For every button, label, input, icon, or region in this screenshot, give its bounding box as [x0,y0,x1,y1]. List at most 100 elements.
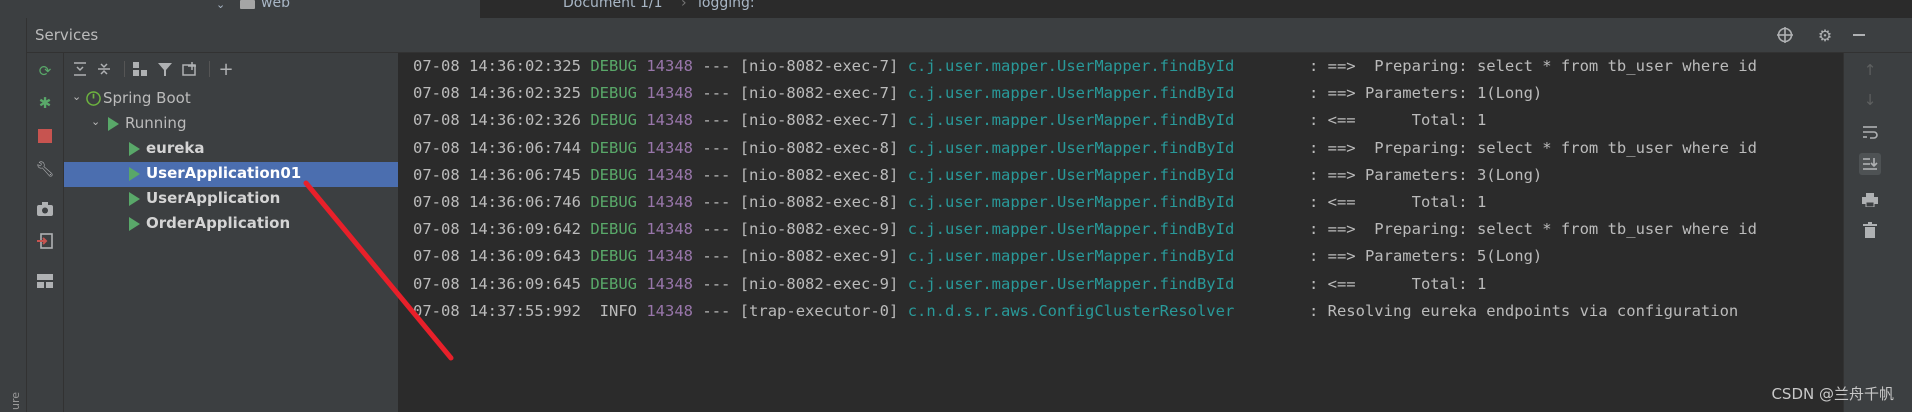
log-message: : ==> Preparing: select * from tb_user w… [1308,138,1757,157]
rerun-icon[interactable]: ⟳ [35,61,55,81]
log-separator: --- [702,220,731,239]
log-line: 07-08 14:36:06:746 DEBUG 14348 --- [nio-… [413,189,1486,216]
tree-item-label: Running [125,114,187,132]
scroll-up-icon[interactable]: ↑ [1859,59,1881,81]
log-line: 07-08 14:36:02:325 DEBUG 14348 --- [nio-… [413,53,1757,80]
stripe-label[interactable]: ure [9,392,22,410]
toolbar-separator [209,61,210,77]
log-separator: --- [702,84,731,103]
log-level: DEBUG [590,138,637,157]
log-separator: --- [702,138,731,157]
log-pid: 14348 [646,193,694,211]
chevron-down-icon[interactable]: ⌄ [91,115,100,128]
log-pid: 14348 [646,138,694,157]
log-line: 07-08 14:36:09:642 DEBUG 14348 --- [nio-… [413,216,1757,243]
log-thread: [nio-8082-exec-9] [739,220,899,239]
scroll-to-end-icon[interactable] [1859,153,1881,175]
tree-item-label: Spring Boot [103,89,191,107]
exit-icon[interactable] [35,231,55,251]
log-message: : Resolving eureka endpoints via configu… [1308,301,1739,320]
log-logger: c.j.user.mapper.UserMapper.findById [907,193,1235,211]
log-message: : ==> Preparing: select * from tb_user w… [1308,57,1757,75]
new-service-icon[interactable] [180,59,200,79]
camera-icon[interactable] [35,199,55,219]
log-thread: [nio-8082-exec-8] [739,138,899,157]
collapse-all-icon[interactable] [94,59,114,79]
log-message: : ==> Preparing: select * from tb_user w… [1308,220,1757,239]
breadcrumb-key[interactable]: logging: [698,0,755,11]
minimize-icon[interactable] [1849,25,1869,45]
log-pid: 14348 [646,84,694,103]
log-message: : ==> Parameters: 5(Long) [1308,247,1543,266]
tree-item-userapplication01[interactable]: UserApplication01 [64,162,398,187]
filter-icon[interactable] [155,59,175,79]
soft-wrap-icon[interactable] [1859,121,1881,143]
tree-item-userapplication[interactable]: UserApplication [64,187,398,212]
debug-icon[interactable]: ✱ [35,93,55,113]
tree-item-spring-boot[interactable]: ⌄ Spring Boot [64,87,398,112]
run-icon [129,142,140,156]
log-level: DEBUG [590,57,637,75]
log-line: 07-08 14:36:09:643 DEBUG 14348 --- [nio-… [413,243,1542,270]
breadcrumb-document[interactable]: Document 1/1 [563,0,663,11]
wrench-icon[interactable]: 🔧︎ [35,159,55,179]
log-separator: --- [702,165,731,184]
log-pid: 14348 [646,165,694,184]
gear-icon[interactable]: ⚙ [1815,25,1835,45]
log-time: 07-08 14:36:09:645 [413,274,581,293]
log-message: : ==> Parameters: 1(Long) [1308,84,1543,103]
run-icon [129,167,140,181]
log-logger: c.j.user.mapper.UserMapper.findById [907,57,1235,75]
log-message: : <== Total: 1 [1308,193,1487,211]
log-time: 07-08 14:36:09:643 [413,247,581,266]
run-icon [129,217,140,231]
folder-icon [240,0,255,9]
tree-item-label: UserApplication [146,189,281,207]
services-title: Services [35,26,99,44]
tree-toolbar: + [64,53,398,85]
services-tree: + ⌄ Spring Boot ⌄ Running eureka UserApp… [64,53,399,412]
console-toolbar: ↑ ↓ [1843,53,1912,412]
tree-item-eureka[interactable]: eureka [64,137,398,162]
tree-item-running[interactable]: ⌄ Running [64,112,398,137]
crosshair-icon[interactable] [1775,25,1795,45]
services-header: Services ⚙ [27,18,1912,53]
log-time: 07-08 14:36:02:325 [413,57,581,75]
log-time: 07-08 14:36:06:744 [413,138,581,157]
log-separator: --- [702,111,731,130]
chevron-down-icon[interactable]: ⌄ [72,90,81,103]
stop-icon[interactable] [35,126,55,146]
print-icon[interactable] [1859,189,1881,211]
log-line: 07-08 14:37:55:992 INFO 14348 --- [trap-… [413,298,1738,325]
log-line: 07-08 14:36:09:645 DEBUG 14348 --- [nio-… [413,271,1486,298]
log-level: DEBUG [590,84,637,103]
expand-all-icon[interactable] [70,59,90,79]
log-pid: 14348 [646,301,694,320]
log-pid: 14348 [646,274,694,293]
log-time: 07-08 14:37:55:992 [413,301,581,320]
log-pid: 14348 [646,220,694,239]
folder-label[interactable]: web [261,0,290,11]
tree-item-orderapplication[interactable]: OrderApplication [64,212,398,237]
log-message: : ==> Parameters: 3(Long) [1308,165,1543,184]
add-icon[interactable]: + [216,59,236,80]
trash-icon[interactable] [1859,219,1881,241]
spring-boot-icon [86,91,101,106]
log-logger: c.n.d.s.r.aws.ConfigClusterResolver [907,301,1235,320]
log-level: DEBUG [590,274,637,293]
log-thread: [nio-8082-exec-9] [739,247,899,266]
log-line: 07-08 14:36:06:744 DEBUG 14348 --- [nio-… [413,135,1757,162]
log-thread: [trap-executor-0] [739,301,899,320]
scroll-down-icon[interactable]: ↓ [1859,89,1881,111]
layout-icon[interactable] [35,271,55,291]
breadcrumb-separator: › [681,0,687,11]
tool-window-stripe: ure [0,18,27,412]
chevron-down-icon[interactable]: ⌄ [216,0,225,11]
group-icon[interactable] [130,59,150,79]
console-output[interactable]: 07-08 14:36:02:325 DEBUG 14348 --- [nio-… [399,53,1842,412]
log-separator: --- [702,301,731,320]
editor-top-strip: ⌄ web Document 1/1 › logging: [0,0,1912,18]
log-thread: [nio-8082-exec-8] [739,165,899,184]
log-separator: --- [702,193,731,211]
log-logger: c.j.user.mapper.UserMapper.findById [907,84,1235,103]
